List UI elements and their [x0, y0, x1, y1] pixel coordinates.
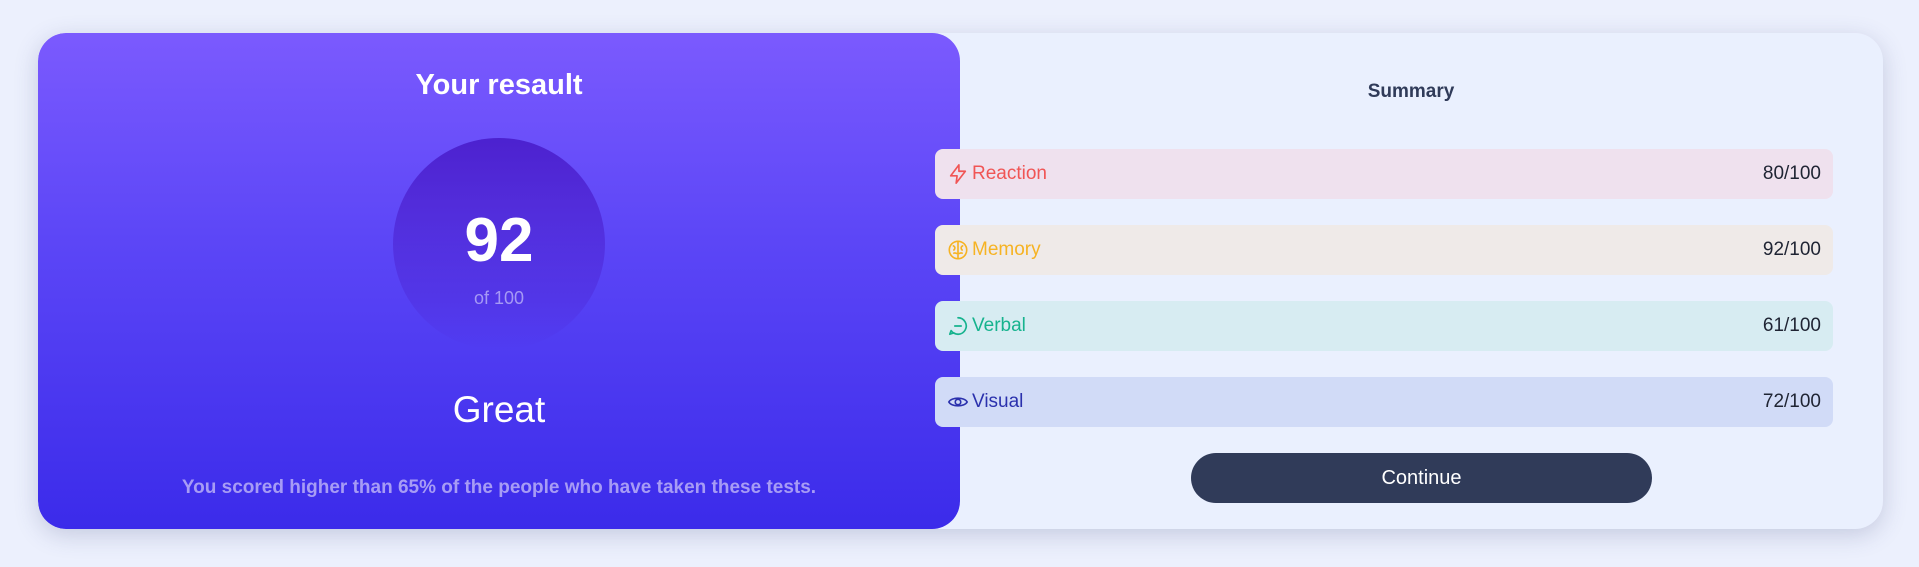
summary-item-memory: Memory 92/100 — [935, 225, 1833, 275]
summary-item-score: 92/100 — [1762, 239, 1821, 260]
score-max-label: of 100 — [473, 288, 525, 308]
chat-bubble-icon — [947, 315, 969, 337]
result-title: Your resault — [415, 69, 583, 101]
summary-title: Summary — [1367, 81, 1455, 102]
score-value: 92 — [464, 206, 534, 275]
summary-item-reaction: Reaction 80/100 — [935, 149, 1833, 199]
summary-item-label: Memory — [972, 239, 1041, 260]
summary-item-verbal: Verbal 61/100 — [935, 301, 1833, 351]
result-panel: Your resault 92 of 100 Great You scored … — [38, 33, 960, 529]
summary-item-score: 72/100 — [1762, 391, 1821, 412]
summary-item-label: Reaction — [972, 163, 1047, 184]
result-description: You scored higher than 65% of the people… — [181, 477, 817, 498]
eye-icon — [947, 391, 969, 413]
summary-item-label: Visual — [972, 391, 1024, 412]
summary-item-score: 80/100 — [1762, 163, 1821, 184]
summary-item-score: 61/100 — [1762, 315, 1821, 336]
rating-label: Great — [452, 389, 546, 430]
lightning-icon — [947, 163, 969, 185]
score-circle: 92 of 100 — [393, 138, 605, 350]
summary-item-visual: Visual 72/100 — [935, 377, 1833, 427]
continue-button[interactable]: Continue — [1191, 453, 1652, 503]
brain-icon — [947, 239, 969, 261]
summary-item-label: Verbal — [972, 315, 1026, 336]
